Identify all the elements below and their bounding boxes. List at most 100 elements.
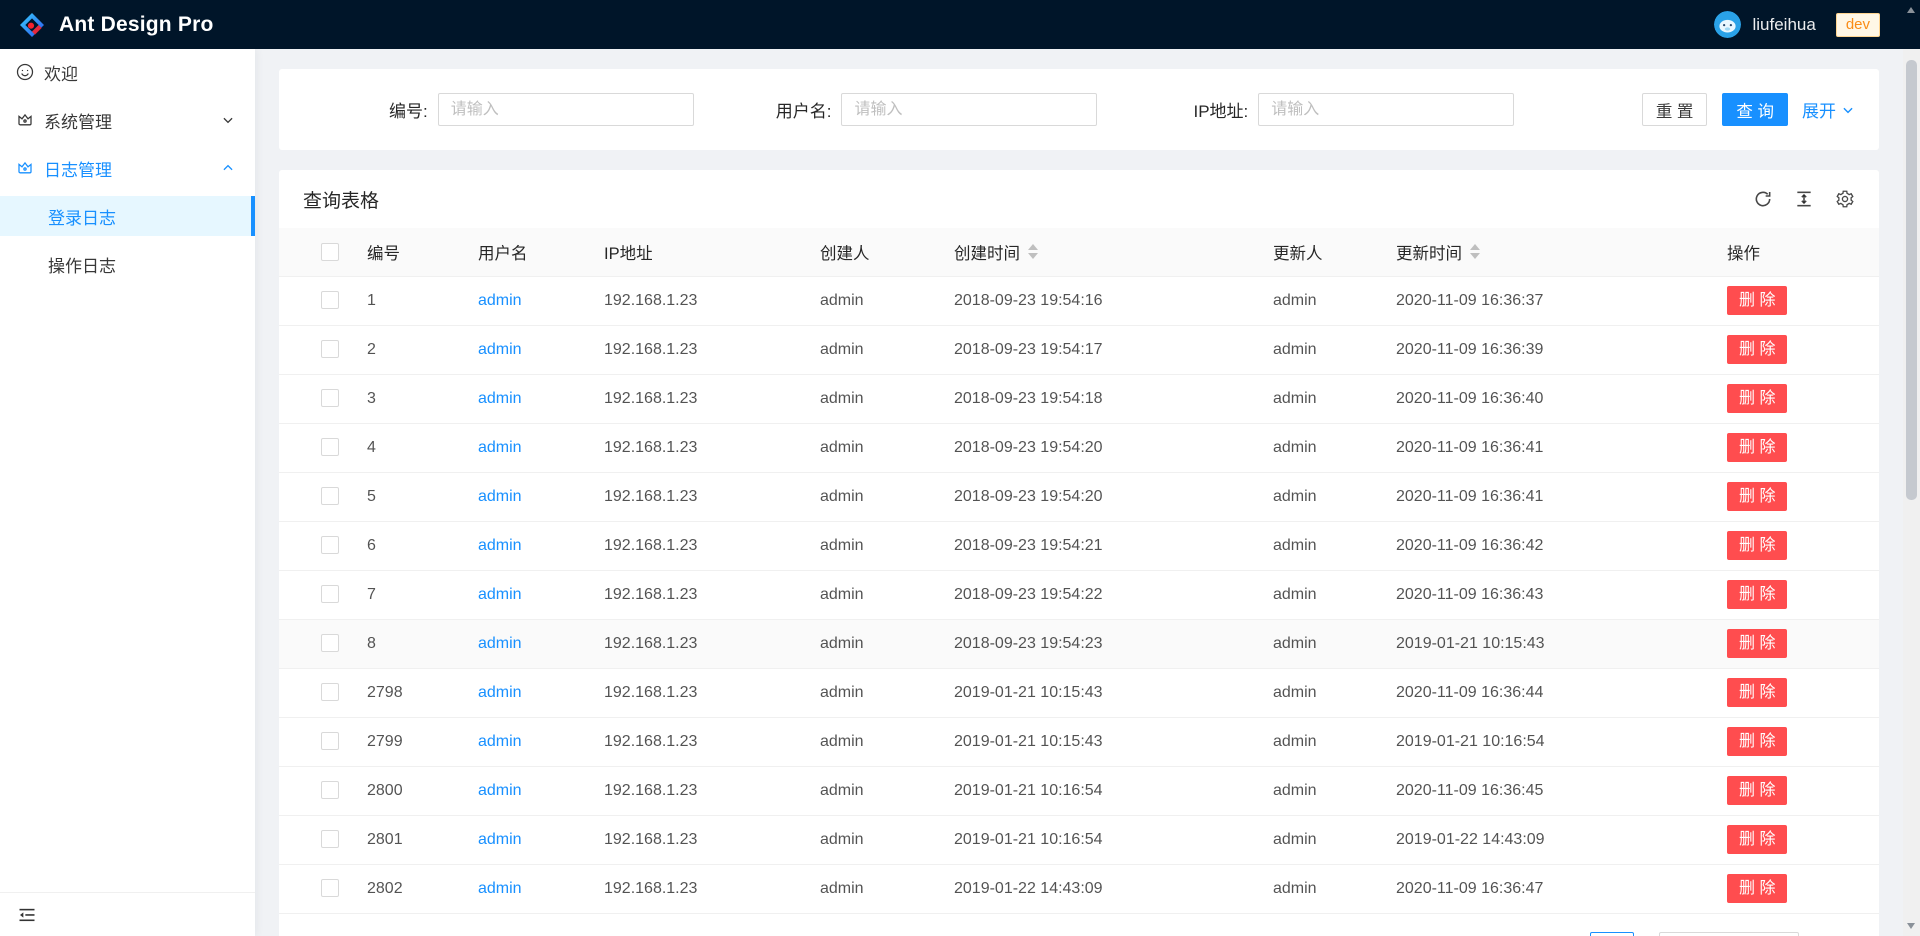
column-header-update-time[interactable]: 更新时间 bbox=[1380, 228, 1711, 276]
toolbar-icons bbox=[1732, 189, 1855, 209]
cell-creator: admin bbox=[804, 570, 938, 619]
delete-button[interactable]: 删 除 bbox=[1727, 286, 1787, 315]
column-header-create-time[interactable]: 创建时间 bbox=[938, 228, 1257, 276]
id-field[interactable] bbox=[438, 93, 694, 126]
row-checkbox[interactable] bbox=[321, 830, 339, 848]
table-row: 1 admin 192.168.1.23 admin 2018-09-23 19… bbox=[279, 276, 1879, 325]
username-link[interactable]: admin bbox=[478, 390, 522, 407]
table-toolbar: 查询表格 bbox=[279, 170, 1879, 228]
table-row: 7 admin 192.168.1.23 admin 2018-09-23 19… bbox=[279, 570, 1879, 619]
row-checkbox[interactable] bbox=[321, 340, 339, 358]
username-link[interactable]: admin bbox=[478, 733, 522, 750]
cell-ip: 192.168.1.23 bbox=[588, 472, 804, 521]
username-link[interactable]: admin bbox=[478, 684, 522, 701]
delete-button[interactable]: 删 除 bbox=[1727, 384, 1787, 413]
row-checkbox[interactable] bbox=[321, 487, 339, 505]
username-link[interactable]: admin bbox=[478, 488, 522, 505]
cell-id: 6 bbox=[351, 521, 462, 570]
username-link[interactable]: admin bbox=[478, 831, 522, 848]
crown-icon bbox=[16, 159, 34, 177]
row-checkbox[interactable] bbox=[321, 732, 339, 750]
expand-link-label: 展开 bbox=[1802, 97, 1836, 122]
cell-ip: 192.168.1.23 bbox=[588, 570, 804, 619]
row-checkbox[interactable] bbox=[321, 536, 339, 554]
menu-collapse-icon[interactable] bbox=[17, 905, 37, 925]
cell-id: 2 bbox=[351, 325, 462, 374]
delete-button[interactable]: 删 除 bbox=[1727, 874, 1787, 903]
cell-id: 2802 bbox=[351, 864, 462, 913]
cell-update-time: 2019-01-21 10:16:54 bbox=[1380, 717, 1711, 766]
cell-creator: admin bbox=[804, 717, 938, 766]
cell-creator: admin bbox=[804, 472, 938, 521]
ip-field[interactable] bbox=[1258, 93, 1514, 126]
cell-update-time: 2020-11-09 16:36:42 bbox=[1380, 521, 1711, 570]
row-checkbox[interactable] bbox=[321, 389, 339, 407]
row-checkbox[interactable] bbox=[321, 438, 339, 456]
cell-create-time: 2019-01-21 10:16:54 bbox=[938, 815, 1257, 864]
username-link[interactable]: admin bbox=[478, 635, 522, 652]
delete-button[interactable]: 删 除 bbox=[1727, 727, 1787, 756]
username-link[interactable]: admin bbox=[478, 880, 522, 897]
delete-button[interactable]: 删 除 bbox=[1727, 825, 1787, 854]
vertical-scrollbar[interactable] bbox=[1903, 0, 1920, 936]
density-icon[interactable] bbox=[1794, 189, 1814, 209]
app-title: Ant Design Pro bbox=[59, 13, 213, 37]
cell-updater: admin bbox=[1257, 325, 1380, 374]
chevron-down-icon bbox=[1841, 103, 1855, 117]
row-checkbox[interactable] bbox=[321, 879, 339, 897]
scrollbar-down-arrow-icon[interactable] bbox=[1907, 923, 1915, 929]
scrollbar-thumb[interactable] bbox=[1906, 60, 1917, 500]
cell-update-time: 2020-11-09 16:36:40 bbox=[1380, 374, 1711, 423]
settings-gear-icon[interactable] bbox=[1835, 189, 1855, 209]
cell-id: 5 bbox=[351, 472, 462, 521]
delete-button[interactable]: 删 除 bbox=[1727, 629, 1787, 658]
delete-button[interactable]: 删 除 bbox=[1727, 580, 1787, 609]
table-row: 5 admin 192.168.1.23 admin 2018-09-23 19… bbox=[279, 472, 1879, 521]
cell-ip: 192.168.1.23 bbox=[588, 423, 804, 472]
delete-button[interactable]: 删 除 bbox=[1727, 482, 1787, 511]
sidebar-item-system-management[interactable]: 系统管理 bbox=[0, 100, 255, 140]
cell-update-time: 2020-11-09 16:36:37 bbox=[1380, 276, 1711, 325]
username-link[interactable]: admin bbox=[478, 537, 522, 554]
crown-icon bbox=[16, 111, 34, 129]
column-header-actions: 操作 bbox=[1711, 228, 1879, 276]
reset-button[interactable]: 重 置 bbox=[1642, 93, 1708, 126]
sidebar-item-log-management[interactable]: 日志管理 bbox=[0, 148, 255, 188]
username[interactable]: liufeihua bbox=[1752, 15, 1815, 35]
sidebar-item-welcome[interactable]: 欢迎 bbox=[0, 52, 255, 92]
username-link[interactable]: admin bbox=[478, 586, 522, 603]
row-checkbox[interactable] bbox=[321, 781, 339, 799]
user-avatar[interactable] bbox=[1714, 11, 1741, 38]
select-all-checkbox[interactable] bbox=[321, 243, 339, 261]
query-button[interactable]: 查 询 bbox=[1722, 93, 1788, 126]
username-field[interactable] bbox=[841, 93, 1097, 126]
logo[interactable]: Ant Design Pro bbox=[18, 11, 213, 39]
scrollbar-up-arrow-icon[interactable] bbox=[1907, 7, 1915, 13]
table-header-row: 编号 用户名 IP地址 创建人 创建时间 更新人 bbox=[279, 228, 1879, 276]
row-checkbox[interactable] bbox=[321, 291, 339, 309]
delete-button[interactable]: 删 除 bbox=[1727, 335, 1787, 364]
sidebar-item-login-log[interactable]: 登录日志 bbox=[0, 196, 255, 236]
pagination-page-1[interactable]: 1 bbox=[1590, 932, 1634, 936]
page-size-select[interactable] bbox=[1659, 932, 1799, 936]
row-checkbox[interactable] bbox=[321, 585, 339, 603]
username-link[interactable]: admin bbox=[478, 341, 522, 358]
row-checkbox[interactable] bbox=[321, 683, 339, 701]
reload-icon[interactable] bbox=[1753, 189, 1773, 209]
sidebar-item-operation-log[interactable]: 操作日志 bbox=[0, 244, 255, 284]
expand-link[interactable]: 展开 bbox=[1802, 97, 1855, 122]
username-link[interactable]: admin bbox=[478, 439, 522, 456]
table-row: 2 admin 192.168.1.23 admin 2018-09-23 19… bbox=[279, 325, 1879, 374]
column-header-ip: IP地址 bbox=[588, 228, 804, 276]
cell-ip: 192.168.1.23 bbox=[588, 619, 804, 668]
username-link[interactable]: admin bbox=[478, 292, 522, 309]
delete-button[interactable]: 删 除 bbox=[1727, 433, 1787, 462]
delete-button[interactable]: 删 除 bbox=[1727, 678, 1787, 707]
column-header-creator: 创建人 bbox=[804, 228, 938, 276]
delete-button[interactable]: 删 除 bbox=[1727, 776, 1787, 805]
row-checkbox[interactable] bbox=[321, 634, 339, 652]
delete-button[interactable]: 删 除 bbox=[1727, 531, 1787, 560]
cell-create-time: 2018-09-23 19:54:21 bbox=[938, 521, 1257, 570]
username-link[interactable]: admin bbox=[478, 782, 522, 799]
cell-ip: 192.168.1.23 bbox=[588, 668, 804, 717]
